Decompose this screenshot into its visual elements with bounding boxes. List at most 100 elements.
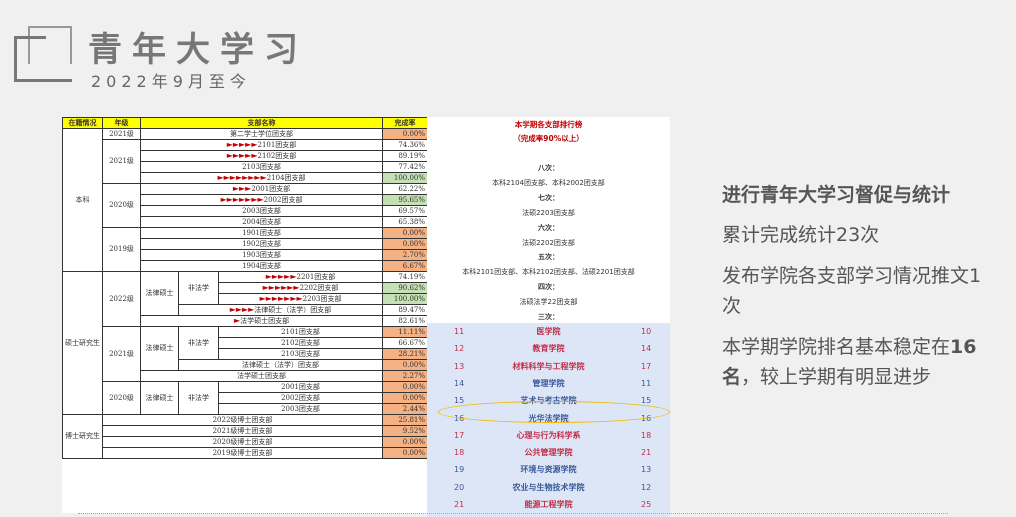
branch-name: 2102团支部: [281, 339, 320, 347]
branch-name-cell: 2020级博士团支部: [101, 436, 384, 448]
branch-name: 2203团支部: [302, 295, 342, 303]
branch-name: 法学硕士团支部: [237, 372, 287, 380]
branch-name: 1902团支部: [242, 240, 281, 248]
arrow-icons: ►►►►►►►: [259, 294, 303, 304]
rate-cell: 89.47%: [382, 304, 429, 316]
branch-name-cell: 1902团支部: [139, 238, 384, 250]
header-rate: 完成率: [382, 117, 429, 129]
rate-cell: 0.00%: [382, 436, 429, 448]
table-row: 2021级博士团支部 9.52%: [63, 425, 429, 437]
rate-cell: 77.42%: [382, 161, 429, 173]
summary-rank: 本学期学院排名基本稳定在16名，较上学期有明显进步: [722, 335, 977, 388]
rate-cell: 0.00%: [382, 128, 429, 140]
list-item: 13 材料科学与工程学院 17: [427, 359, 670, 374]
table-row: 博士研究生 2022级博士团支部 25.81%: [62, 414, 429, 459]
branch-name: 2020级博士团支部: [212, 438, 273, 446]
arrow-icons: ►►►: [232, 184, 252, 194]
divider: [78, 513, 948, 514]
rate-cell: 25.81%: [382, 414, 429, 426]
branch-name-cell: 2001团支部: [217, 381, 384, 393]
arrow-icons: ►►►►►►►►: [217, 173, 267, 183]
branch-name-cell: 2021级博士团支部: [101, 425, 384, 437]
branch-name: 2004团支部: [242, 218, 281, 226]
college-name: 管理学院: [532, 378, 565, 388]
current-rank: 17: [641, 361, 652, 371]
subgroup-cell: 法律硕士: [140, 381, 179, 415]
rate-cell: 100.00%: [382, 172, 429, 184]
college-name: 能源工程学院: [524, 500, 573, 509]
current-rank: 13: [641, 465, 652, 475]
status-cell: 硕士研究生: [62, 271, 103, 415]
summary-panel: 进行青年大学习督促与统计 累计完成统计23次 发布学院各支部学习情况推文1次 本…: [722, 180, 992, 402]
branch-name-cell: 2103团支部: [139, 161, 384, 173]
summary-heading: 进行青年大学习督促与统计: [722, 184, 951, 206]
table-row: 2020级博士团支部 0.00%: [63, 436, 429, 448]
rank-level-7: 七次：: [538, 194, 559, 202]
rank-level-6: 六次：: [538, 224, 559, 232]
rate-cell: 0.00%: [382, 392, 429, 404]
branch-name-cell: 1904团支部: [139, 260, 384, 272]
branch-name-cell: 2019级博士团支部: [101, 447, 384, 459]
branch-name-cell: 法律硕士（法学）团支部: [177, 359, 384, 371]
branch-name-cell: ►►►►►►►►2104团支部: [139, 172, 384, 184]
branch-name: 2022级博士团支部: [212, 416, 273, 424]
header-branch: 支部名称: [139, 117, 384, 129]
rate-cell: 2.27%: [382, 370, 429, 382]
rank-text-5: 本科2101团支部、本科2102团支部、法硕2201团支部: [462, 268, 635, 276]
table-row: 2021级 ►►►►►2101团支部 74.36%: [63, 139, 429, 184]
ranking-title: 本学期各支部排行榜: [514, 120, 583, 129]
branch-name: 2102团支部: [257, 152, 297, 160]
branch-name-cell: ►►►►法律硕士（法学）团支部: [177, 304, 384, 316]
branch-name: 1901团支部: [242, 229, 281, 237]
branch-name-cell: 2101团支部: [217, 326, 384, 338]
college-name: 医学院: [536, 327, 561, 336]
rate-cell: 0.00%: [382, 447, 429, 459]
branch-name-cell: 2022级博士团支部: [101, 414, 384, 426]
branch-name: 2104团支部: [266, 174, 306, 182]
current-rank: 25: [641, 500, 652, 509]
branch-name-cell: ►法学硕士团支部: [139, 315, 384, 327]
branch-name-cell: 1903团支部: [139, 249, 384, 261]
subgroup-cell: 非法学: [178, 381, 219, 415]
branch-name: 2101团支部: [257, 141, 297, 149]
ranking-board: 本学期各支部排行榜 （完成率90%以上） 八次： 本科2104团支部、本科200…: [427, 117, 670, 323]
branch-name: 2003团支部: [281, 405, 320, 413]
branch-name: 2103团支部: [281, 350, 320, 358]
list-item: 17 心理与行为科学系 18: [427, 428, 670, 443]
list-item: 19 环境与资源学院 13: [427, 462, 670, 477]
rank-text-6: 法硕2202团支部: [522, 239, 575, 247]
rank-text-8: 本科2104团支部、本科2002团支部: [492, 179, 605, 187]
branch-name: 法律硕士（法学）团支部: [242, 361, 320, 369]
list-item: 14 管理学院 11: [427, 376, 670, 391]
table-row: 2020级 法律硕士 非法学 2001团支部 0.00%: [63, 381, 429, 415]
header-grade: 年级: [102, 117, 141, 129]
arrow-icons: ►►►►►►►: [220, 195, 264, 205]
branch-name-cell: 2103团支部: [217, 348, 384, 360]
rate-cell: 82.61%: [382, 315, 429, 327]
branch-name-cell: ►►►►►2101团支部: [139, 139, 384, 151]
grade-cell: 2019级: [102, 227, 141, 272]
current-rank: 12: [641, 482, 652, 492]
highlight-ellipse: [438, 401, 670, 423]
current-rank: 18: [641, 430, 652, 440]
branch-name-cell: 1901团支部: [139, 227, 384, 239]
college-name: 农业与生物技术学院: [512, 482, 585, 492]
branch-name-cell: ►►►►►2201团支部: [217, 271, 384, 283]
rate-cell: 74.19%: [382, 271, 429, 283]
college-name: 材料科学与工程学院: [512, 361, 585, 371]
table-row: 硕士研究生 2022级 法律硕士 非法学 ►►►►►2201团支部 74.19%: [62, 271, 429, 415]
list-item: 12 教育学院 14: [427, 341, 670, 356]
rank-text-4: 法硕法学22团支部: [519, 298, 578, 306]
branch-name-cell: ►►►►►►►2203团支部: [217, 293, 384, 305]
current-rank: 21: [641, 448, 652, 458]
rate-cell: 100.00%: [382, 293, 429, 305]
rate-cell: 90.62%: [382, 282, 429, 294]
grade-cell: 2020级: [102, 381, 141, 415]
rate-cell: 6.67%: [382, 260, 429, 272]
branch-name: 2101团支部: [281, 328, 320, 336]
branch-name-cell: ►►►►►►►2002团支部: [139, 194, 384, 206]
branch-name: 第二学士学位团支部: [230, 130, 294, 138]
branch-name-cell: ►►►►►2102团支部: [139, 150, 384, 162]
ranking-subtitle: （完成率90%以上）: [513, 134, 584, 143]
table-row: 2020级 ►►►2001团支部 62.22%: [63, 183, 429, 228]
